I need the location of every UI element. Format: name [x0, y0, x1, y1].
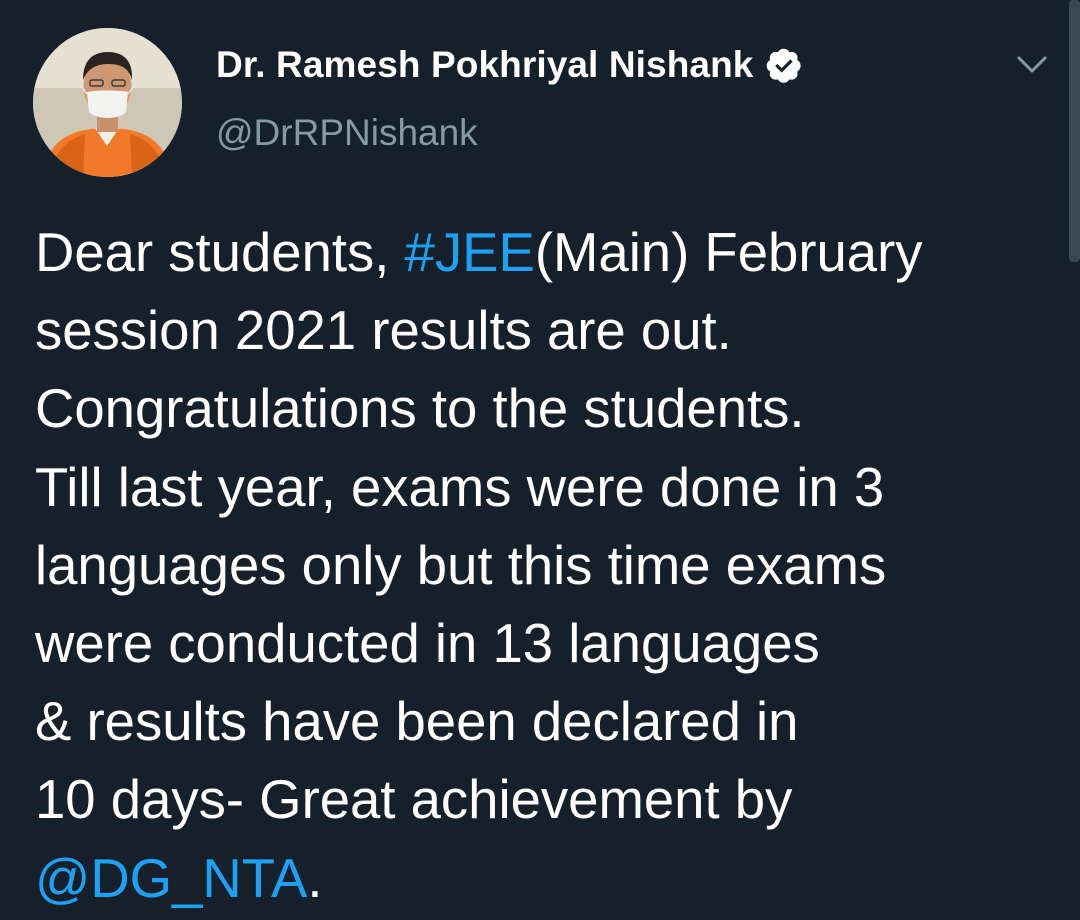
hashtag-link[interactable]: #JEE: [405, 222, 535, 283]
tweet-line: 10 days- Great achievement by: [35, 769, 793, 831]
tweet-text: Dear students, #JEE(Main) February sessi…: [35, 214, 1035, 918]
avatar[interactable]: [33, 28, 182, 177]
mention-link[interactable]: @DG_NTA: [35, 848, 307, 909]
tweet-line: Till last year, exams were done in 3: [35, 456, 885, 518]
chevron-down-icon[interactable]: [1012, 46, 1052, 82]
user-handle[interactable]: @DrRPNishank: [216, 112, 478, 154]
tweet: Dr. Ramesh Pokhriyal Nishank @DrRPNishan…: [0, 0, 1080, 920]
tweet-line: & results have been declared in: [35, 691, 799, 753]
tweet-line: were conducted in 13 languages: [35, 613, 820, 675]
tweet-line: Congratulations to the students.: [35, 378, 805, 440]
text-segment: (Main) February: [534, 222, 923, 283]
verified-badge-icon: [765, 46, 803, 84]
tweet-line: @DG_NTA.: [35, 840, 1035, 918]
display-name[interactable]: Dr. Ramesh Pokhriyal Nishank: [216, 44, 753, 86]
scrollbar[interactable]: [1069, 0, 1080, 262]
tweet-line: Dear students, #JEE(Main) February: [35, 214, 1035, 292]
text-segment: Dear students,: [35, 222, 405, 283]
tweet-line: session 2021 results are out.: [35, 300, 732, 362]
tweet-line: languages only but this time exams: [35, 534, 887, 596]
avatar-photo: [33, 28, 182, 177]
text-segment: .: [307, 847, 323, 909]
author-name-row: Dr. Ramesh Pokhriyal Nishank: [216, 44, 803, 86]
